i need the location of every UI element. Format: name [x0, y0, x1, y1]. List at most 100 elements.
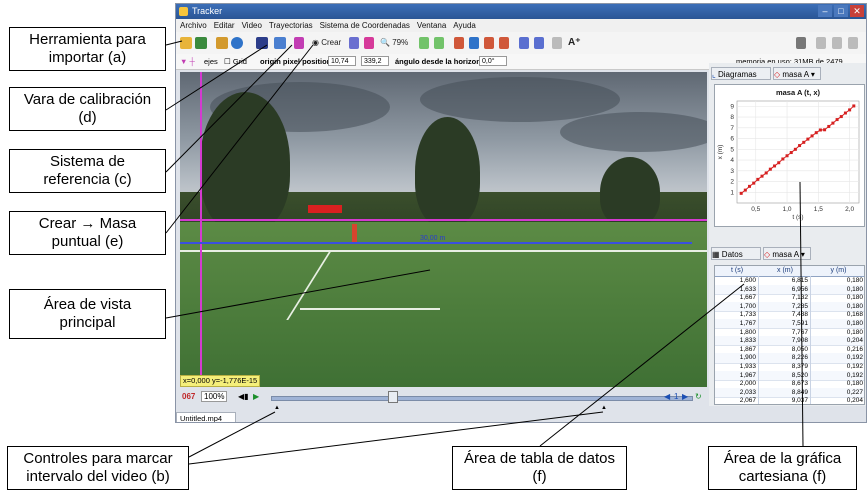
column-header-t[interactable]: t (s): [715, 266, 759, 276]
zoom-button[interactable]: 🔍 79%: [380, 36, 408, 50]
path-icon[interactable]: [454, 37, 464, 49]
x-tick-label: 0,5: [751, 206, 760, 213]
data-table[interactable]: t (s) x (m) y (m) 1,600 6,815 0,180 1,633 6,…: [714, 265, 865, 405]
close-button[interactable]: ✕: [850, 5, 864, 17]
slider-thumb[interactable]: [388, 391, 398, 403]
grid-checkbox[interactable]: ☐ Grid: [224, 54, 247, 69]
save-icon[interactable]: [195, 37, 207, 49]
column-header-y[interactable]: y (m): [811, 266, 864, 276]
angle-label: ángulo desde la horizontal: [395, 57, 490, 66]
data-point: [748, 184, 752, 188]
notes-icon[interactable]: [832, 37, 842, 49]
step-back-button[interactable]: ◀▮: [238, 390, 249, 404]
data-point: [773, 164, 777, 168]
y-tick-label: 8: [730, 114, 734, 121]
origin-y-field[interactable]: 339,2: [361, 56, 389, 66]
calibration-stick[interactable]: [180, 242, 692, 244]
menu-trayectorias[interactable]: Trayectorias: [269, 19, 313, 32]
data-point: [760, 174, 764, 178]
menu-editar[interactable]: Editar: [214, 19, 235, 32]
data-point: [793, 147, 797, 151]
menu-archivo[interactable]: Archivo: [180, 19, 207, 32]
rate-field[interactable]: 100%: [201, 390, 228, 404]
table-track-selector[interactable]: ◇ masa A ▾: [763, 247, 811, 260]
clip-settings-icon[interactable]: [256, 37, 268, 49]
start-marker[interactable]: ▲: [274, 401, 280, 415]
y-tick-label: 7: [730, 125, 734, 132]
undo-icon[interactable]: [231, 37, 243, 49]
ejes-label: ejes: [204, 57, 218, 66]
menu-sistema-coordenadas[interactable]: Sistema de Coordenadas: [320, 19, 410, 32]
open-folder-icon[interactable]: [180, 37, 192, 49]
autotracker-icon[interactable]: [364, 37, 374, 49]
x-tick-label: 1,0: [783, 206, 792, 213]
trace-icon[interactable]: [534, 37, 544, 49]
main-video-view[interactable]: 30,00 m x=0,000 y=-1,776E-15: [180, 72, 707, 387]
video-field: [180, 222, 707, 387]
y-axis-line[interactable]: [200, 72, 202, 387]
mass-point-icon: ◇: [764, 250, 771, 259]
minimize-button[interactable]: –: [818, 5, 832, 17]
tab-diagramas[interactable]: ⌞ Diagramas: [711, 67, 771, 80]
end-marker[interactable]: ▲: [601, 401, 607, 415]
data-point: [831, 121, 835, 125]
vector-icon[interactable]: [434, 37, 444, 49]
play-button[interactable]: ▶: [253, 390, 259, 404]
tab-diagramas-label: Diagramas: [717, 70, 757, 79]
prev-frame-button[interactable]: ◀: [664, 390, 670, 404]
callout-controls-text: Controles para marcar intervalo del vide…: [23, 450, 173, 485]
callout-reference: Sistema de referencia (c): [9, 149, 166, 193]
calibration-tool-icon[interactable]: [274, 37, 286, 49]
x-tick-label: 1,5: [814, 206, 823, 213]
field-line: [180, 250, 707, 252]
data-point: [802, 140, 806, 144]
y-axis-label: x (m): [717, 145, 724, 160]
axes-icon[interactable]: [294, 37, 304, 49]
trail-icon[interactable]: [419, 37, 429, 49]
crear-button[interactable]: ◉ Crear: [312, 36, 341, 50]
angle-field[interactable]: 0,0°: [479, 56, 507, 66]
data-point: [827, 124, 831, 128]
plot-track-selector[interactable]: ◇ masa A ▾: [773, 67, 821, 80]
acceleration-icon[interactable]: [499, 37, 509, 49]
video-file-tab[interactable]: Untitled.mp4: [176, 412, 236, 422]
settings-icon[interactable]: [848, 37, 858, 49]
video-cloud: [560, 112, 707, 152]
x-axis-label: t (s): [792, 214, 803, 221]
callout-calibration: Vara de calibración (d): [9, 87, 166, 131]
zoom-value: 79%: [392, 38, 409, 47]
pencil-icon[interactable]: [796, 37, 806, 49]
next-frame-button[interactable]: ▶: [682, 390, 688, 404]
origin-x-field[interactable]: 10,74: [328, 56, 356, 66]
track-control-icon[interactable]: [349, 37, 359, 49]
plot-track-label: masa A: [782, 70, 809, 79]
column-header-x[interactable]: x (m): [759, 266, 811, 276]
import-video-icon[interactable]: [216, 37, 228, 49]
target-marker: [308, 205, 342, 213]
menu-ayuda[interactable]: Ayuda: [453, 19, 476, 32]
data-point: [814, 131, 818, 135]
label-icon[interactable]: [519, 37, 529, 49]
loop-button[interactable]: ↻: [695, 390, 702, 404]
maximize-button[interactable]: □: [834, 5, 848, 17]
y-tick-label: 6: [730, 136, 734, 143]
data-point: [777, 161, 781, 165]
cartesian-plot[interactable]: masa A (t, x) 0,5 1,0 1,5 2,0 1 2 3 4 5 6 7 8 9 t (s) x…: [714, 84, 865, 227]
points-icon[interactable]: [469, 37, 479, 49]
data-point: [806, 137, 810, 141]
callout-controls: Controles para marcar intervalo del vide…: [7, 446, 189, 490]
y-tick-label: 5: [730, 146, 734, 153]
font-size-icon[interactable]: A⁺: [568, 36, 581, 50]
callout-plot-text: Área de la gráfica cartesiana (f): [723, 450, 842, 485]
menu-ventana[interactable]: Ventana: [417, 19, 446, 32]
app-icon: [179, 7, 188, 16]
video-slider[interactable]: [271, 396, 693, 401]
tab-datos[interactable]: ▦ Datos: [711, 247, 761, 260]
menu-video[interactable]: Video: [242, 19, 262, 32]
axes-toggle-icon[interactable]: ▼ ┼: [180, 54, 195, 69]
table-row[interactable]: 2,067 9,037 0,204: [715, 396, 864, 404]
refresh-icon[interactable]: [816, 37, 826, 49]
velocity-icon[interactable]: [484, 37, 494, 49]
x-axis-line[interactable]: [180, 219, 707, 221]
font-icon[interactable]: [552, 37, 562, 49]
